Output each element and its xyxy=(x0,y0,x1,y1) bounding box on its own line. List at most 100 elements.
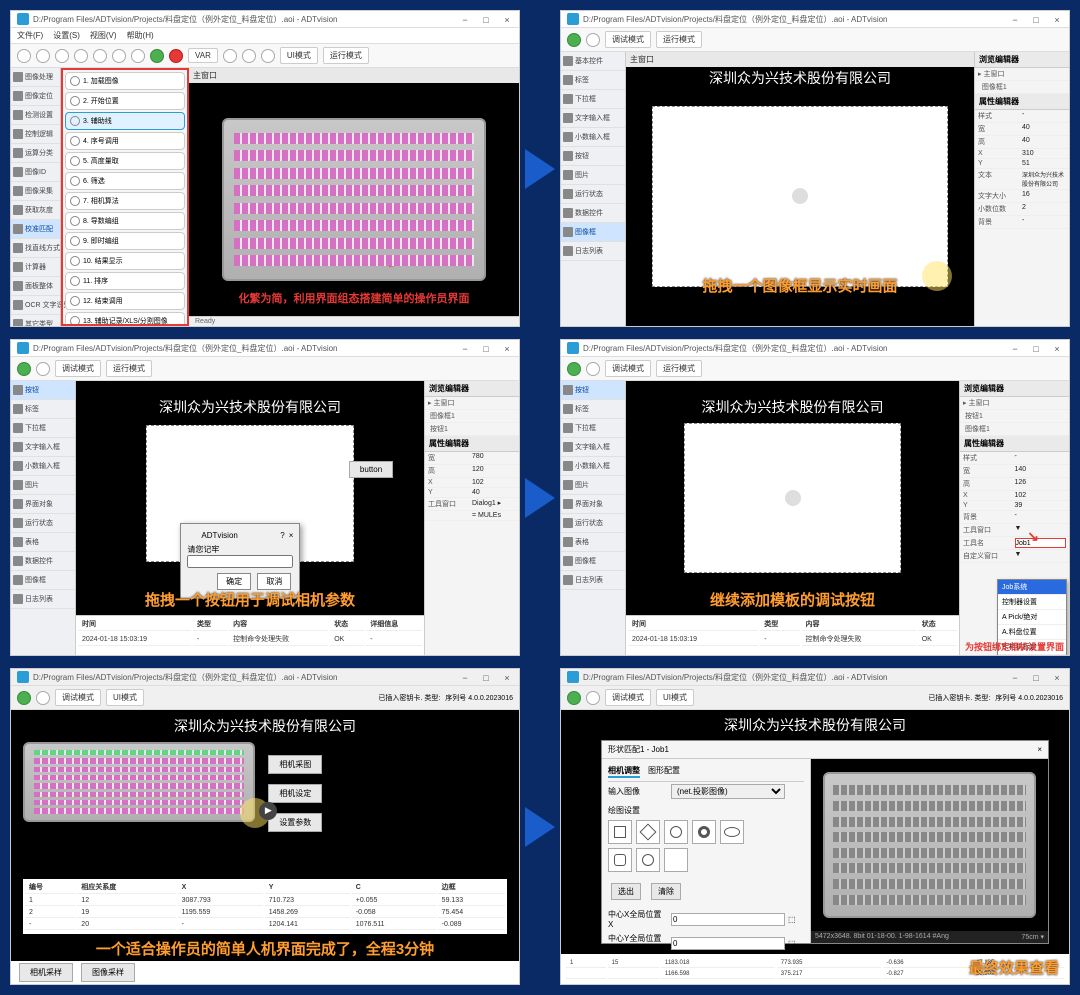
designer-canvas[interactable]: 主窗口 深圳众为兴技术股份有限公司 拖拽一个图像框显示实时画面 xyxy=(626,52,974,326)
tool-node[interactable]: 1. 加载图像 xyxy=(65,72,185,90)
tbtn-2[interactable] xyxy=(36,49,50,63)
cy-input[interactable] xyxy=(671,937,785,950)
camera-sample-button[interactable]: 相机采样 xyxy=(19,963,73,982)
shape-circle[interactable] xyxy=(664,820,688,844)
shape-rr[interactable] xyxy=(608,848,632,872)
tool-node-selected[interactable]: 3. 辅助线 xyxy=(65,112,185,130)
dropdown-item[interactable]: B.相机标定 xyxy=(998,640,1066,655)
tool-node[interactable]: 5. 高度量取 xyxy=(65,152,185,170)
side-image-locate[interactable]: 图像定位 xyxy=(11,87,60,106)
shape-oval[interactable] xyxy=(720,820,744,844)
side-imgbox[interactable]: 图像框 xyxy=(561,223,625,242)
image-display-box[interactable] xyxy=(684,423,900,574)
tbtn-6[interactable] xyxy=(112,49,126,63)
image-sample-button[interactable]: 图像采样 xyxy=(81,963,135,982)
tool-node[interactable]: 4. 序号调用 xyxy=(65,132,185,150)
close-icon[interactable]: × xyxy=(1047,13,1067,27)
side-loglist[interactable]: 日志列表 xyxy=(561,242,625,261)
run-mode-button[interactable]: 运行模式 xyxy=(656,31,702,48)
tool-node[interactable]: 11. 排序 xyxy=(65,272,185,290)
tbtn-1[interactable] xyxy=(17,49,31,63)
close-icon[interactable]: × xyxy=(1037,745,1042,754)
side-textin[interactable]: 文字输入框 xyxy=(561,109,625,128)
side-calculator[interactable]: 计算器 xyxy=(11,258,60,277)
dropdown-item[interactable]: Job系统 xyxy=(998,580,1066,595)
run-button[interactable] xyxy=(567,362,581,376)
shape-diamond[interactable] xyxy=(636,820,660,844)
side-panel[interactable]: 面板整体 xyxy=(11,277,60,296)
customwindow-dropdown[interactable]: 自定义窗口▼ xyxy=(960,550,1069,563)
side-capture[interactable]: 图像采集 xyxy=(11,182,60,201)
side-imageid[interactable]: 图像ID xyxy=(11,163,60,182)
tbtn-3[interactable] xyxy=(55,49,69,63)
dropdown-item[interactable]: A.料盘位置 xyxy=(998,625,1066,640)
menubar[interactable]: 文件(F) 设置(S) 视图(V) 帮助(H) xyxy=(11,28,519,44)
stop-button[interactable] xyxy=(169,49,183,63)
side-gray[interactable]: 获取灰度 xyxy=(11,201,60,220)
shape-target[interactable] xyxy=(636,848,660,872)
shape-rect[interactable] xyxy=(608,820,632,844)
tool-node[interactable]: 8. 导数编组 xyxy=(65,212,185,230)
minimize-icon[interactable]: − xyxy=(1005,13,1025,27)
run-button[interactable] xyxy=(17,362,31,376)
maximize-icon[interactable]: □ xyxy=(476,13,496,27)
tbtn-5[interactable] xyxy=(93,49,107,63)
toolwindow-dropdown[interactable]: 工具窗口▼ xyxy=(960,524,1069,537)
close-icon[interactable]: × xyxy=(497,13,517,27)
shape-none[interactable] xyxy=(664,848,688,872)
side-pic[interactable]: 图片 xyxy=(561,166,625,185)
side-down[interactable]: 下拉框 xyxy=(561,90,625,109)
designer-canvas[interactable]: 深圳众为兴技术股份有限公司 button ADTvision ? × 请您记牢 … xyxy=(76,381,424,655)
cancel-button[interactable]: 取消 xyxy=(257,573,291,590)
tool-node[interactable]: 7. 相机算法 xyxy=(65,192,185,210)
tool-node[interactable]: 6. 筛选 xyxy=(65,172,185,190)
dropdown-item[interactable]: 控制器设置 xyxy=(998,595,1066,610)
ok-button[interactable]: 确定 xyxy=(217,573,251,590)
side-status[interactable]: 运行状态 xyxy=(561,185,625,204)
tbtn-c[interactable] xyxy=(261,49,275,63)
tool-node[interactable]: 2. 开始位置 xyxy=(65,92,185,110)
tbtn-7[interactable] xyxy=(131,49,145,63)
canvas-tab[interactable]: 主窗口 xyxy=(189,68,519,83)
maximize-icon[interactable]: □ xyxy=(1026,13,1046,27)
camera-capture-button[interactable]: 相机采图 xyxy=(268,755,322,774)
tbtn-4[interactable] xyxy=(74,49,88,63)
input-image-select[interactable]: (net.投影图像) xyxy=(671,784,785,799)
designer-canvas[interactable]: 深圳众为兴技术股份有限公司 时间类型内容状态 2024-01-18 15:03:… xyxy=(626,381,959,655)
side-basic[interactable]: 基本控件 xyxy=(561,52,625,71)
shape-ring[interactable] xyxy=(692,820,716,844)
side-calc[interactable]: 运算分类 xyxy=(11,144,60,163)
side-calibrate[interactable]: 校准匹配 xyxy=(11,220,60,239)
run-button[interactable] xyxy=(567,33,581,47)
ui-mode-button[interactable]: UI模式 xyxy=(280,47,318,64)
clr-btn[interactable]: 清除 xyxy=(651,883,681,900)
result-image[interactable] xyxy=(23,742,255,822)
tool-node[interactable]: 12. 结束调用 xyxy=(65,292,185,310)
tab-camera[interactable]: 相机调整 xyxy=(608,765,640,778)
side-other[interactable]: 其它类型 xyxy=(11,315,60,326)
cx-input[interactable] xyxy=(671,913,785,926)
side-btn[interactable]: 按钮 xyxy=(11,381,75,400)
tool-node[interactable]: 9. 即时编组 xyxy=(65,232,185,250)
tool-node[interactable]: 10. 结果显示 xyxy=(65,252,185,270)
side-logic[interactable]: 控制逻辑 xyxy=(11,125,60,144)
param-setting-button[interactable]: 设置参数 xyxy=(268,813,322,832)
link-icon[interactable]: ⬚ xyxy=(788,915,804,924)
tbtn-a[interactable] xyxy=(223,49,237,63)
tab-shape[interactable]: 图形配置 xyxy=(648,765,680,778)
tool-node[interactable]: 13. 辅助记录/XLS/分割图像 xyxy=(65,312,185,326)
play-icon[interactable] xyxy=(792,188,808,204)
tbtn-b[interactable] xyxy=(242,49,256,63)
var-button[interactable]: VAR xyxy=(188,48,218,63)
stop-button[interactable] xyxy=(586,33,600,47)
dropdown-menu[interactable]: Job系统 控制器设置 A Pick/绝对 A.料盘位置 B.相机标定 B.Pl… xyxy=(997,579,1067,655)
tray-image[interactable] xyxy=(222,118,486,281)
run-mode-button[interactable]: 运行模式 xyxy=(323,47,369,64)
sel-btn[interactable]: 选出 xyxy=(611,883,641,900)
toolname-input[interactable]: 工具名 xyxy=(960,537,1069,550)
run-button[interactable] xyxy=(150,49,164,63)
help-icon[interactable]: ? xyxy=(280,531,284,540)
camera-setting-button[interactable]: 相机设定 xyxy=(268,784,322,803)
run-button[interactable] xyxy=(17,691,31,705)
side-image-process[interactable]: 图像处理 xyxy=(11,68,60,87)
